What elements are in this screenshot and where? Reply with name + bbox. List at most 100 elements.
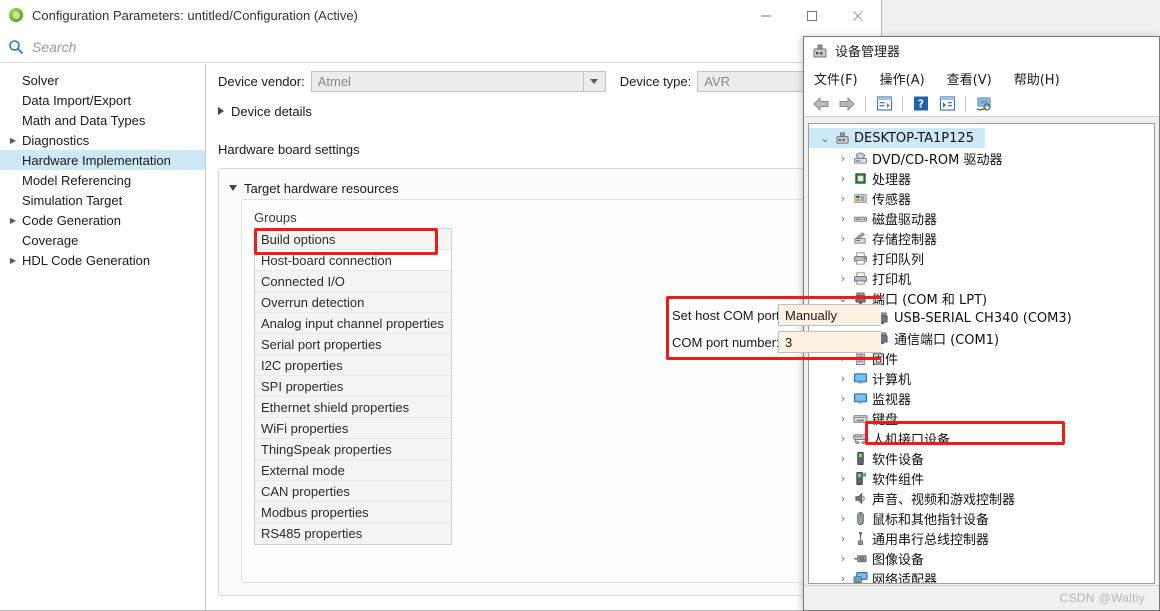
tree-node-storage-controller[interactable]: › 存储控制器	[809, 228, 1154, 248]
sidebar-item-model-referencing[interactable]: ▶ Model Referencing	[0, 170, 205, 190]
chevron-right-icon[interactable]: ›	[835, 232, 851, 245]
sidebar-item-code-generation[interactable]: ▶ Code Generation	[0, 210, 205, 230]
group-item-build-options[interactable]: Build options	[255, 229, 451, 250]
chevron-right-icon[interactable]: ▶	[6, 216, 20, 225]
chevron-right-icon[interactable]: ›	[835, 412, 851, 425]
host-board-connection-settings: Set host COM port: Manually COM port num…	[666, 296, 881, 360]
menu-file[interactable]: 文件(F)	[814, 69, 858, 88]
chevron-right-icon[interactable]: ▶	[6, 136, 20, 145]
tree-node-print-queue[interactable]: › 打印队列	[809, 248, 1154, 268]
group-item-wifi-properties[interactable]: WiFi properties	[255, 418, 451, 439]
sidebar-item-solver[interactable]: ▶ Solver	[0, 70, 205, 90]
groups-label: Groups	[254, 210, 297, 225]
processor-icon	[851, 171, 869, 186]
simulink-icon	[8, 7, 24, 23]
tree-node-label: 计算机	[872, 372, 912, 388]
tree-node-disk-drive[interactable]: › 磁盘驱动器	[809, 208, 1154, 228]
computer-node-icon	[851, 371, 869, 386]
group-item-modbus-properties[interactable]: Modbus properties	[255, 502, 451, 523]
chevron-right-icon[interactable]: ›	[835, 252, 851, 265]
sidebar-item-data-import-export[interactable]: ▶ Data Import/Export	[0, 90, 205, 110]
chevron-right-icon[interactable]: ›	[835, 512, 851, 525]
target-hardware-resources-toggle[interactable]: Target hardware resources	[229, 177, 881, 199]
tree-node-dvd-cdrom[interactable]: › DVD/CD-ROM 驱动器	[809, 148, 1154, 168]
chevron-right-icon[interactable]: ›	[835, 392, 851, 405]
tree-node-network-adapters[interactable]: › 网络适配器	[809, 568, 1154, 584]
group-item-serial-port-properties[interactable]: Serial port properties	[255, 334, 451, 355]
tree-node-computer[interactable]: › 计算机	[809, 368, 1154, 388]
back-icon[interactable]	[810, 93, 832, 115]
chevron-down-icon[interactable]: ⌄	[817, 132, 833, 145]
chevron-right-icon[interactable]: ›	[835, 552, 851, 565]
chevron-down-icon[interactable]	[583, 70, 606, 92]
chevron-right-icon[interactable]: ▶	[6, 256, 20, 265]
tree-node-sensor[interactable]: › 传感器	[809, 188, 1154, 208]
device-vendor-select[interactable]: Atmel	[310, 70, 606, 92]
menu-action[interactable]: 操作(A)	[880, 69, 925, 88]
chevron-right-icon[interactable]: ›	[835, 192, 851, 205]
tree-node-label: 存储控制器	[872, 232, 938, 248]
group-item-external-mode[interactable]: External mode	[255, 460, 451, 481]
close-icon[interactable]	[835, 0, 881, 31]
maximize-icon[interactable]	[789, 0, 835, 31]
minimize-icon[interactable]	[743, 0, 789, 31]
menu-help[interactable]: 帮助(H)	[1014, 69, 1060, 88]
groups-list: Build options Host-board connection Conn…	[254, 228, 452, 545]
tree-node-software-component[interactable]: › 软件组件	[809, 468, 1154, 488]
chevron-right-icon[interactable]: ›	[835, 172, 851, 185]
sidebar-item-simulation-target[interactable]: ▶ Simulation Target	[0, 190, 205, 210]
chevron-right-icon[interactable]: ›	[835, 532, 851, 545]
tree-node-label: 鼠标和其他指针设备	[872, 512, 990, 528]
group-item-ethernet-shield-properties[interactable]: Ethernet shield properties	[255, 397, 451, 418]
tree-node-keyboard[interactable]: › 键盘	[809, 408, 1154, 428]
group-item-host-board-connection[interactable]: Host-board connection	[255, 250, 451, 271]
group-item-i2c-properties[interactable]: I2C properties	[255, 355, 451, 376]
group-item-spi-properties[interactable]: SPI properties	[255, 376, 451, 397]
device-details-toggle[interactable]: Device details	[218, 100, 881, 122]
set-host-com-port-value[interactable]: Manually	[778, 304, 881, 326]
sidebar-item-coverage[interactable]: ▶ Coverage	[0, 230, 205, 250]
group-item-can-properties[interactable]: CAN properties	[255, 481, 451, 502]
tree-node-audio-video-game-controllers[interactable]: › 声音、视频和游戏控制器	[809, 488, 1154, 508]
search-input[interactable]	[32, 38, 632, 55]
group-item-rs485-properties[interactable]: RS485 properties	[255, 523, 451, 544]
tree-node-monitor[interactable]: › 监视器	[809, 388, 1154, 408]
group-item-thingspeak-properties[interactable]: ThingSpeak properties	[255, 439, 451, 460]
tree-node-imaging-devices[interactable]: › 图像设备	[809, 548, 1154, 568]
chevron-right-icon[interactable]: ›	[835, 572, 851, 584]
device-manager-statusbar: CSDN @Waltiy	[804, 585, 1159, 610]
chevron-right-icon[interactable]: ›	[835, 432, 851, 445]
config-titlebar: Configuration Parameters: untitled/Confi…	[0, 0, 881, 31]
help-icon[interactable]: ?	[910, 93, 932, 115]
sidebar-item-hardware-implementation[interactable]: ▶ Hardware Implementation	[0, 150, 205, 170]
set-host-com-port-label: Set host COM port:	[672, 307, 784, 323]
scan-hardware-icon[interactable]	[936, 93, 958, 115]
sidebar-item-hdl-code-generation[interactable]: ▶ HDL Code Generation	[0, 250, 205, 270]
sidebar-item-math-and-data-types[interactable]: ▶ Math and Data Types	[0, 110, 205, 130]
chevron-right-icon[interactable]: ›	[835, 212, 851, 225]
com-port-number-input[interactable]: 3	[778, 331, 881, 353]
sidebar-item-diagnostics[interactable]: ▶ Diagnostics	[0, 130, 205, 150]
chevron-right-icon[interactable]: ›	[835, 372, 851, 385]
menu-view[interactable]: 查看(V)	[947, 69, 992, 88]
forward-icon[interactable]	[836, 93, 858, 115]
properties-icon[interactable]	[873, 93, 895, 115]
chevron-right-icon[interactable]: ›	[835, 272, 851, 285]
tree-node-hid[interactable]: › 人机接口设备	[809, 428, 1154, 448]
show-hidden-devices-icon[interactable]	[973, 93, 995, 115]
tree-node-usb-controllers[interactable]: › 通用串行总线控制器	[809, 528, 1154, 548]
chevron-right-icon[interactable]: ›	[835, 472, 851, 485]
group-item-connected-io[interactable]: Connected I/O	[255, 271, 451, 292]
chevron-right-icon[interactable]: ›	[835, 152, 851, 165]
device-vendor-row: Device vendor: Atmel Device type: AVR	[218, 70, 881, 92]
tree-node-label: 磁盘驱动器	[872, 212, 938, 228]
tree-node-printer[interactable]: › 打印机	[809, 268, 1154, 288]
group-item-overrun-detection[interactable]: Overrun detection	[255, 292, 451, 313]
chevron-right-icon[interactable]: ›	[835, 452, 851, 465]
tree-node-software-device[interactable]: › 软件设备	[809, 448, 1154, 468]
group-item-analog-input-channel-properties[interactable]: Analog input channel properties	[255, 313, 451, 334]
tree-node-root[interactable]: ⌄ DESKTOP-TA1P125	[809, 128, 985, 148]
chevron-right-icon[interactable]: ›	[835, 492, 851, 505]
tree-node-processor[interactable]: › 处理器	[809, 168, 1154, 188]
tree-node-mouse-pointing-devices[interactable]: › 鼠标和其他指针设备	[809, 508, 1154, 528]
